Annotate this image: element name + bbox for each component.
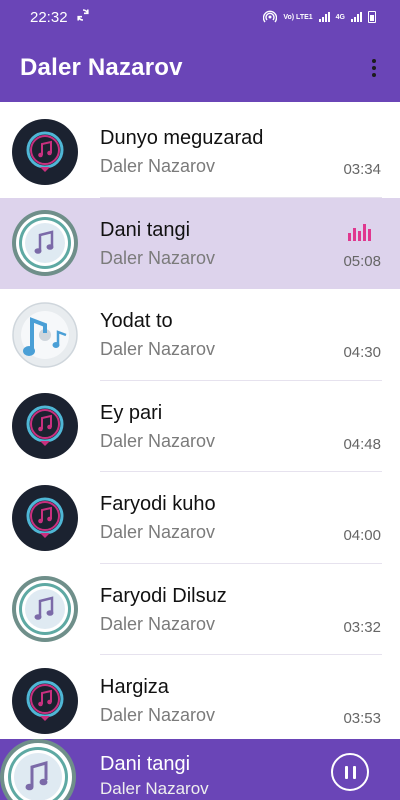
- song-title: Dunyo meguzarad: [100, 127, 264, 149]
- song-artist: Daler Nazarov: [100, 705, 216, 725]
- dark-music-note-icon: [12, 118, 78, 185]
- song-title: Yodat to: [100, 310, 173, 332]
- song-row[interactable]: Ey pari Daler Nazarov 04:48: [0, 381, 400, 472]
- dark-music-note-icon: [12, 667, 78, 734]
- song-row[interactable]: Yodat to Daler Nazarov 04:30: [0, 289, 400, 381]
- song-title: Faryodi kuho: [100, 493, 216, 515]
- hotspot-icon: [263, 9, 278, 25]
- teal-music-disc-icon: [12, 210, 78, 277]
- volte-label: Vo) LTE1: [283, 13, 313, 21]
- song-artist: Daler Nazarov: [100, 156, 216, 176]
- song-artist: Daler Nazarov: [100, 522, 216, 542]
- more-options-icon[interactable]: [368, 53, 380, 83]
- now-playing-disc-icon: [0, 739, 76, 800]
- song-row[interactable]: Faryodi Dilsuz Daler Nazarov 03:32: [0, 564, 400, 655]
- song-artist: Daler Nazarov: [100, 247, 216, 268]
- song-row[interactable]: Hargiza Daler Nazarov 03:53: [0, 655, 400, 747]
- song-row-playing[interactable]: Dani tangi Daler Nazarov 05:08: [0, 197, 400, 289]
- sync-icon: [76, 8, 90, 26]
- now-playing-artist: Daler Nazarov: [100, 779, 209, 798]
- signal-icon: [318, 12, 330, 22]
- song-list: Dunyo meguzarad Daler Nazarov 03:34 Dani…: [0, 106, 400, 747]
- song-texts: Ey pari Daler Nazarov: [100, 401, 215, 452]
- song-row[interactable]: Faryodi kuho Daler Nazarov 04:00: [0, 472, 400, 564]
- network-type-label: 4G: [335, 13, 345, 21]
- song-texts: Faryodi kuho Daler Nazarov: [100, 492, 216, 543]
- dark-music-note-icon: [12, 484, 78, 551]
- song-row[interactable]: Dunyo meguzarad Daler Nazarov 03:34: [0, 106, 400, 198]
- song-duration: 03:34: [343, 161, 381, 178]
- song-texts: Hargiza Daler Nazarov: [100, 675, 215, 726]
- song-artist: Daler Nazarov: [100, 339, 216, 359]
- page-title: Daler Nazarov: [20, 54, 183, 81]
- status-left: 22:32: [30, 8, 90, 26]
- song-artist: Daler Nazarov: [100, 613, 216, 634]
- song-duration: 04:48: [343, 435, 381, 453]
- song-duration: 05:08: [343, 252, 381, 270]
- song-texts: Dunyo meguzarad Daler Nazarov: [100, 126, 263, 177]
- signal-icon-2: [351, 12, 362, 22]
- song-duration: 04:00: [343, 527, 381, 544]
- app-bar: Daler Nazarov: [0, 34, 400, 102]
- status-time: 22:32: [30, 8, 68, 26]
- song-texts: Faryodi Dilsuz Daler Nazarov: [100, 584, 227, 635]
- pause-button[interactable]: [331, 753, 369, 791]
- status-bar: 22:32 Vo) LTE1 4G: [0, 0, 400, 34]
- equalizer-icon: [348, 223, 371, 241]
- battery-icon: [368, 11, 376, 23]
- song-texts: Dani tangi Daler Nazarov: [100, 218, 215, 269]
- song-artist: Daler Nazarov: [100, 430, 216, 451]
- now-playing-title: Dani tangi: [100, 753, 191, 775]
- song-duration: 04:30: [343, 344, 381, 361]
- now-playing-bar[interactable]: Dani tangi Daler Nazarov: [0, 739, 400, 800]
- song-texts: Yodat to Daler Nazarov: [100, 309, 215, 360]
- song-duration: 03:53: [343, 710, 381, 727]
- song-title: Faryodi Dilsuz: [100, 584, 227, 607]
- song-title: Ey pari: [100, 401, 163, 424]
- teal-music-disc-icon: [12, 576, 78, 643]
- status-right: Vo) LTE1 4G: [263, 9, 376, 25]
- song-title: Dani tangi: [100, 218, 191, 241]
- blue-music-cd-icon: [12, 302, 78, 368]
- song-title: Hargiza: [100, 676, 169, 698]
- dark-music-note-icon: [12, 393, 78, 460]
- song-duration: 03:32: [343, 618, 381, 636]
